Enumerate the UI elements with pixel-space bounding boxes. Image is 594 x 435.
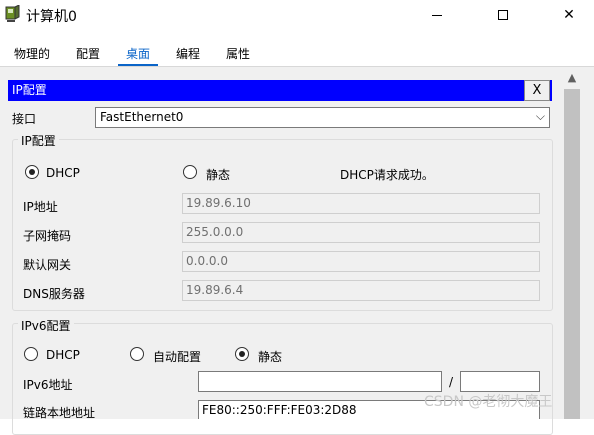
- computer-app-icon: [5, 5, 20, 22]
- chevron-down-icon: ⌵: [535, 109, 545, 123]
- ipv6-auto-radio[interactable]: [130, 347, 144, 361]
- scroll-up-icon[interactable]: ▲: [562, 71, 582, 89]
- watermark-text: CSDN @老彻大魔王: [424, 394, 553, 410]
- link-local-label: 链路本地地址: [23, 406, 96, 420]
- tab-physical[interactable]: 物理的: [6, 42, 58, 66]
- title-bar: 计算机0 ✕: [0, 0, 594, 30]
- window-title: 计算机0: [26, 9, 77, 25]
- maximize-button[interactable]: [480, 0, 526, 30]
- ipv6-auto-label: 自动配置: [153, 350, 202, 364]
- dns-server-label: DNS服务器: [23, 287, 85, 301]
- subnet-mask-label: 子网掩码: [23, 229, 72, 243]
- ipv6-dhcp-radio[interactable]: [24, 347, 38, 361]
- minimize-button[interactable]: [414, 0, 460, 30]
- ip-address-field[interactable]: 19.89.6.10: [182, 193, 540, 214]
- ipv4-static-label: 静态: [206, 168, 231, 182]
- ipv4-static-radio[interactable]: [183, 165, 197, 179]
- tab-programming[interactable]: 编程: [168, 42, 208, 66]
- default-gateway-label: 默认网关: [23, 258, 72, 272]
- ipv6-static-radio[interactable]: [235, 347, 249, 361]
- minimize-icon: [432, 14, 442, 16]
- close-icon: ✕: [563, 7, 575, 23]
- interface-label: 接口: [12, 112, 37, 126]
- tab-config[interactable]: 配置: [68, 42, 108, 66]
- interface-select[interactable]: FastEthernet0 ⌵: [95, 107, 550, 128]
- subnet-mask-field[interactable]: 255.0.0.0: [182, 222, 540, 243]
- tab-bar: 物理的 配置 桌面 编程 属性: [0, 42, 594, 66]
- ipv4-dhcp-label: DHCP: [46, 166, 80, 180]
- interface-value: FastEthernet0: [100, 110, 184, 124]
- close-window-button[interactable]: ✕: [546, 0, 592, 30]
- ipv4-group-title: IP配置: [18, 132, 59, 149]
- ip-address-label: IP地址: [23, 200, 58, 214]
- maximize-icon: [498, 10, 508, 20]
- tab-desktop[interactable]: 桌面: [118, 42, 159, 66]
- ipv6-dhcp-label: DHCP: [46, 348, 80, 362]
- ipv6-address-input[interactable]: [198, 371, 442, 392]
- ipv6-static-label: 静态: [258, 350, 283, 364]
- ip-config-header: IP配置: [8, 80, 552, 101]
- vertical-scrollbar[interactable]: ▲: [562, 67, 582, 419]
- ip-config-title: IP配置: [12, 83, 47, 97]
- tab-attributes[interactable]: 属性: [218, 42, 258, 66]
- ipv6-group-title: IPv6配置: [18, 317, 74, 334]
- ipv6-address-label: IPv6地址: [23, 378, 73, 392]
- dns-server-field[interactable]: 19.89.6.4: [182, 280, 540, 301]
- ipv4-dhcp-radio[interactable]: [25, 165, 39, 179]
- ipv6-prefix-input[interactable]: [460, 371, 540, 392]
- prefix-separator: /: [449, 375, 454, 389]
- dhcp-status-text: DHCP请求成功。: [340, 168, 434, 182]
- close-ip-config-button[interactable]: X: [524, 80, 550, 101]
- default-gateway-field[interactable]: 0.0.0.0: [182, 251, 540, 272]
- scroll-thumb[interactable]: [564, 89, 580, 419]
